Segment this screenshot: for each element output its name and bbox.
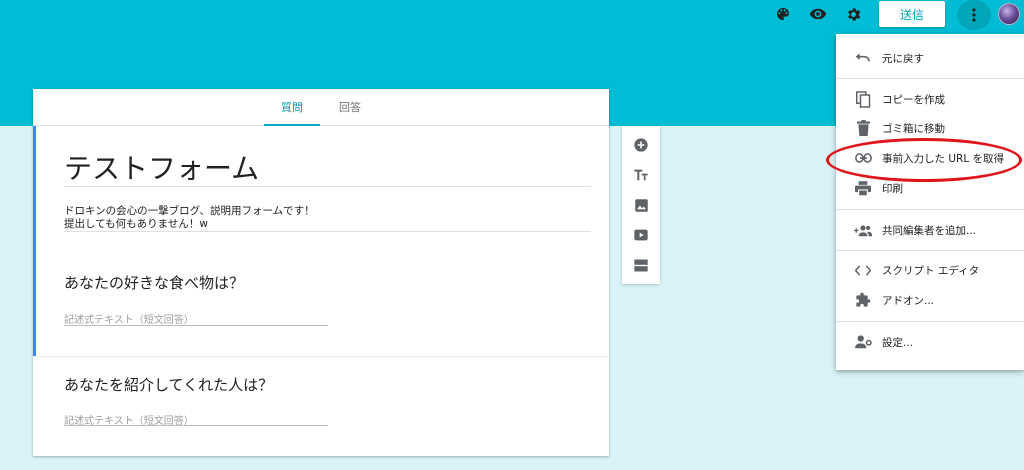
answer-underline [64, 425, 328, 426]
trash-icon [854, 119, 872, 137]
title-text-icon[interactable] [632, 166, 650, 184]
menu-item-get-prefilled-link[interactable]: 事前入力した URL を取得 [836, 145, 1024, 171]
link-icon [854, 149, 872, 167]
menu-item-settings[interactable]: 設定... [836, 329, 1024, 355]
question-title[interactable]: あなたを紹介してくれた人は？ [64, 374, 273, 395]
menu-item-label: スクリプト エディタ [882, 264, 980, 277]
copy-icon [854, 90, 872, 108]
menu-item-label: 共同編集者を追加... [882, 224, 977, 237]
answer-underline [64, 325, 328, 326]
menu-item-label: アドオン... [882, 294, 935, 307]
undo-icon [854, 49, 872, 67]
gear-icon[interactable] [844, 5, 862, 23]
person-settings-icon [854, 333, 872, 351]
avatar[interactable] [998, 3, 1020, 25]
menu-item-add-ons[interactable]: アドオン... [836, 287, 1024, 313]
more-vert-icon[interactable] [957, 0, 991, 30]
menu-item-undo[interactable]: 元に戻す [836, 45, 1024, 71]
menu-divider [836, 250, 1024, 251]
form-card: 質問 回答 テストフォーム ドロキンの会心の一撃ブログ、説明用フォームです！ 提… [33, 89, 609, 456]
active-section-indicator [33, 126, 36, 356]
menu-item-label: 元に戻す [882, 52, 924, 65]
send-button[interactable]: 送信 [879, 1, 945, 27]
palette-icon[interactable] [774, 5, 792, 23]
puzzle-icon [854, 291, 872, 309]
add-question-icon[interactable] [632, 136, 650, 154]
form-title[interactable]: テストフォーム [64, 147, 259, 187]
answer-placeholder: 記述式テキスト（短文回答） [64, 315, 194, 326]
menu-item-script-editor[interactable]: スクリプト エディタ [836, 257, 1024, 283]
menu-item-label: 設定... [882, 336, 914, 349]
menu-item-make-copy[interactable]: コピーを作成 [836, 86, 1024, 112]
add-people-icon [854, 221, 872, 239]
form-description[interactable]: ドロキンの会心の一撃ブログ、説明用フォームです！ 提出しても何もありません！w [64, 205, 591, 231]
question-toolbar [622, 126, 660, 284]
tab-responses[interactable]: 回答 [322, 89, 378, 125]
menu-item-print[interactable]: 印刷 [836, 175, 1024, 201]
image-icon[interactable] [632, 196, 650, 214]
menu-item-label: 事前入力した URL を取得 [882, 152, 1005, 165]
menu-divider [836, 209, 1024, 210]
code-icon [854, 261, 872, 279]
menu-item-label: 印刷 [882, 182, 903, 195]
print-icon [854, 179, 872, 197]
tab-bar: 質問 回答 [33, 89, 609, 126]
menu-item-label: コピーを作成 [882, 93, 945, 106]
section-icon[interactable] [632, 256, 650, 274]
question-divider [33, 356, 609, 357]
menu-item-label: ゴミ箱に移動 [882, 122, 945, 135]
title-underline [64, 186, 591, 187]
more-options-menu: 元に戻す コピーを作成 ゴミ箱に移動 事前入力した URL を取得 印刷 共同編… [836, 34, 1024, 370]
menu-divider [836, 321, 1024, 322]
tab-questions[interactable]: 質問 [264, 89, 320, 126]
menu-item-add-collaborators[interactable]: 共同編集者を追加... [836, 217, 1024, 243]
eye-icon[interactable] [809, 5, 827, 23]
question-title[interactable]: あなたの好きな食べ物は？ [64, 272, 244, 293]
description-underline [64, 231, 591, 232]
menu-divider [836, 78, 1024, 79]
video-icon[interactable] [632, 226, 650, 244]
menu-item-move-to-trash[interactable]: ゴミ箱に移動 [836, 115, 1024, 141]
